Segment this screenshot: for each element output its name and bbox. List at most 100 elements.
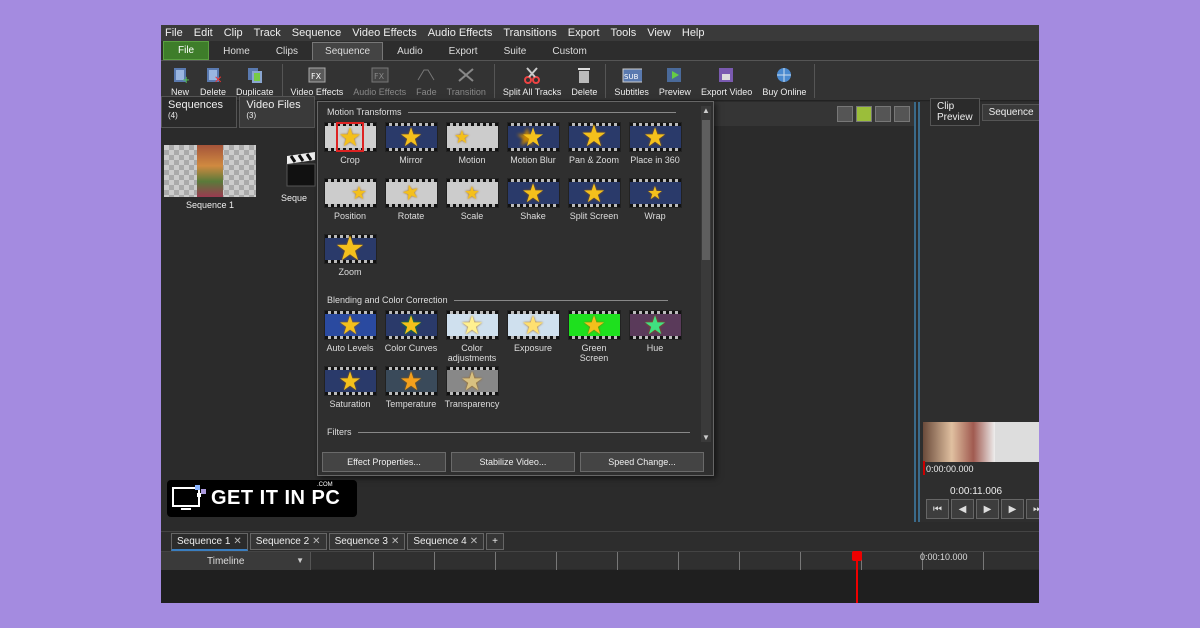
effect-crop[interactable]: ★ Crop: [323, 122, 377, 165]
tab-clips[interactable]: Clips: [264, 43, 310, 60]
motion-blur-effect-icon: ★: [506, 122, 560, 152]
menu-clip[interactable]: Clip: [224, 27, 243, 39]
skip-start-icon[interactable]: ⏮: [926, 499, 949, 519]
tab-sequence-4[interactable]: Sequence 4 ✕: [407, 533, 485, 550]
tab-sequence-preview[interactable]: Sequence: [981, 103, 1039, 121]
toolbar-divider: [605, 63, 607, 98]
scroll-up-icon[interactable]: ▲: [701, 106, 711, 115]
tab-sequence-3[interactable]: Sequence 3 ✕: [328, 533, 406, 550]
effect-exposure[interactable]: ★ Exposure: [506, 310, 560, 353]
add-folder-icon[interactable]: [856, 106, 872, 122]
tab-sequence-1[interactable]: Sequence 1 ✕: [171, 532, 248, 551]
effect-motion[interactable]: ★ Motion: [445, 122, 499, 165]
timeline-ruler[interactable]: 0:00:10.000: [313, 552, 1039, 570]
menu-tools[interactable]: Tools: [611, 27, 637, 39]
tab-clip-preview[interactable]: Clip Preview: [930, 98, 980, 126]
effect-wrap[interactable]: ★ Wrap: [628, 178, 682, 221]
tab-file[interactable]: File: [163, 41, 210, 60]
play-icon[interactable]: ▶: [976, 499, 999, 519]
close-icon[interactable]: ✕: [312, 536, 320, 547]
effect-transparency[interactable]: ★ Transparency: [445, 366, 499, 409]
step-forward-icon[interactable]: ▶: [1001, 499, 1024, 519]
add-tab-button[interactable]: +: [486, 533, 504, 550]
sequence-thumbnail[interactable]: Seque: [281, 150, 317, 203]
tab-home[interactable]: Home: [211, 43, 262, 60]
scrollbar-thumb[interactable]: [702, 120, 710, 260]
section-blending-label: Blending and Color Correction: [327, 295, 448, 305]
tab-suite[interactable]: Suite: [492, 43, 539, 60]
tab-label: Sequence 4: [413, 536, 467, 547]
fade-icon: [416, 65, 436, 85]
timeline-dropdown[interactable]: Timeline ▼: [161, 552, 311, 570]
effects-scrollbar[interactable]: ▲ ▼: [701, 106, 711, 442]
effect-rotate[interactable]: ★ Rotate: [384, 178, 438, 221]
menu-video-effects[interactable]: Video Effects: [352, 27, 416, 39]
preview-button[interactable]: Preview: [656, 65, 694, 97]
video-effects-button[interactable]: FX Video Effects: [288, 65, 347, 97]
skip-end-icon[interactable]: ⏭: [1026, 499, 1039, 519]
trash-icon[interactable]: [837, 106, 853, 122]
delete-clip-button[interactable]: Delete: [568, 65, 600, 97]
menu-track[interactable]: Track: [254, 27, 281, 39]
menu-help[interactable]: Help: [682, 27, 705, 39]
menu-sequence[interactable]: Sequence: [292, 27, 342, 39]
menu-transitions[interactable]: Transitions: [503, 27, 556, 39]
stabilize-video-button[interactable]: Stabilize Video...: [451, 452, 575, 472]
effect-zoom[interactable]: ★ Zoom: [323, 232, 377, 277]
tab-export[interactable]: Export: [437, 43, 490, 60]
close-icon[interactable]: ✕: [233, 536, 241, 547]
effect-hue[interactable]: ★ Hue: [628, 310, 682, 353]
list-view-icon[interactable]: [875, 106, 891, 122]
delete-button[interactable]: ✕ Delete: [197, 65, 229, 97]
effect-mirror[interactable]: ★ Mirror: [384, 122, 438, 165]
trash-icon: [574, 65, 594, 85]
menu-export[interactable]: Export: [568, 27, 600, 39]
effect-color-adjustments[interactable]: ★ Color adjustments: [445, 310, 499, 364]
tab-sequence-2[interactable]: Sequence 2 ✕: [249, 533, 327, 550]
effect-place-in-360[interactable]: ★ Place in 360: [628, 122, 682, 165]
effect-motion-blur[interactable]: ★ Motion Blur: [506, 122, 560, 165]
menu-view[interactable]: View: [647, 27, 671, 39]
timeline-playhead[interactable]: [852, 551, 862, 603]
effect-scale[interactable]: ★ Scale: [445, 178, 499, 221]
buy-online-button[interactable]: Buy Online: [759, 65, 809, 97]
fade-button[interactable]: Fade: [413, 65, 440, 97]
effect-temperature[interactable]: ★ Temperature: [384, 366, 438, 409]
audio-effects-button[interactable]: FX Audio Effects: [350, 65, 409, 97]
export-video-button[interactable]: Export Video: [698, 65, 755, 97]
temperature-effect-icon: ★: [384, 366, 438, 396]
effect-pan-zoom[interactable]: ★ Pan & Zoom: [567, 122, 621, 165]
tab-custom[interactable]: Custom: [540, 43, 598, 60]
effect-properties-button[interactable]: Effect Properties...: [322, 452, 446, 472]
effect-color-curves[interactable]: ★ Color Curves: [384, 310, 438, 353]
effect-shake[interactable]: ★ Shake: [506, 178, 560, 221]
effect-position[interactable]: ★ Position: [323, 178, 377, 221]
effect-split-screen[interactable]: ★ Split Screen: [567, 178, 621, 221]
speed-change-button[interactable]: Speed Change...: [580, 452, 704, 472]
tab-sequences[interactable]: Sequences (4): [161, 95, 238, 129]
transition-button[interactable]: Transition: [444, 65, 489, 97]
scroll-down-icon[interactable]: ▼: [701, 433, 711, 442]
tab-sequence[interactable]: Sequence: [312, 42, 384, 60]
effect-label: Hue: [646, 343, 664, 353]
menu-edit[interactable]: Edit: [194, 27, 213, 39]
effect-saturation[interactable]: ★ Saturation: [323, 366, 377, 409]
sequence-thumbnail[interactable]: Sequence 1: [164, 145, 256, 210]
tab-video-files[interactable]: Video Files (3): [239, 95, 315, 129]
resize-icon[interactable]: [894, 106, 910, 122]
duplicate-button[interactable]: Duplicate: [233, 65, 277, 97]
preview-playhead[interactable]: [923, 461, 925, 475]
shake-effect-icon: ★: [506, 178, 560, 208]
split-all-tracks-button[interactable]: Split All Tracks: [500, 65, 565, 97]
step-back-icon[interactable]: ◀: [951, 499, 974, 519]
new-button[interactable]: + New: [167, 65, 193, 97]
menu-file[interactable]: File: [165, 27, 183, 39]
close-icon[interactable]: ✕: [470, 536, 478, 547]
menu-audio-effects[interactable]: Audio Effects: [428, 27, 493, 39]
tab-audio[interactable]: Audio: [385, 43, 435, 60]
effect-green-screen[interactable]: ★ Green Screen: [567, 310, 621, 364]
effect-auto-levels[interactable]: ★ Auto Levels: [323, 310, 377, 353]
timeline-tracks[interactable]: [161, 570, 1039, 603]
subtitles-button[interactable]: SUB Subtitles: [611, 65, 652, 97]
close-icon[interactable]: ✕: [391, 536, 399, 547]
